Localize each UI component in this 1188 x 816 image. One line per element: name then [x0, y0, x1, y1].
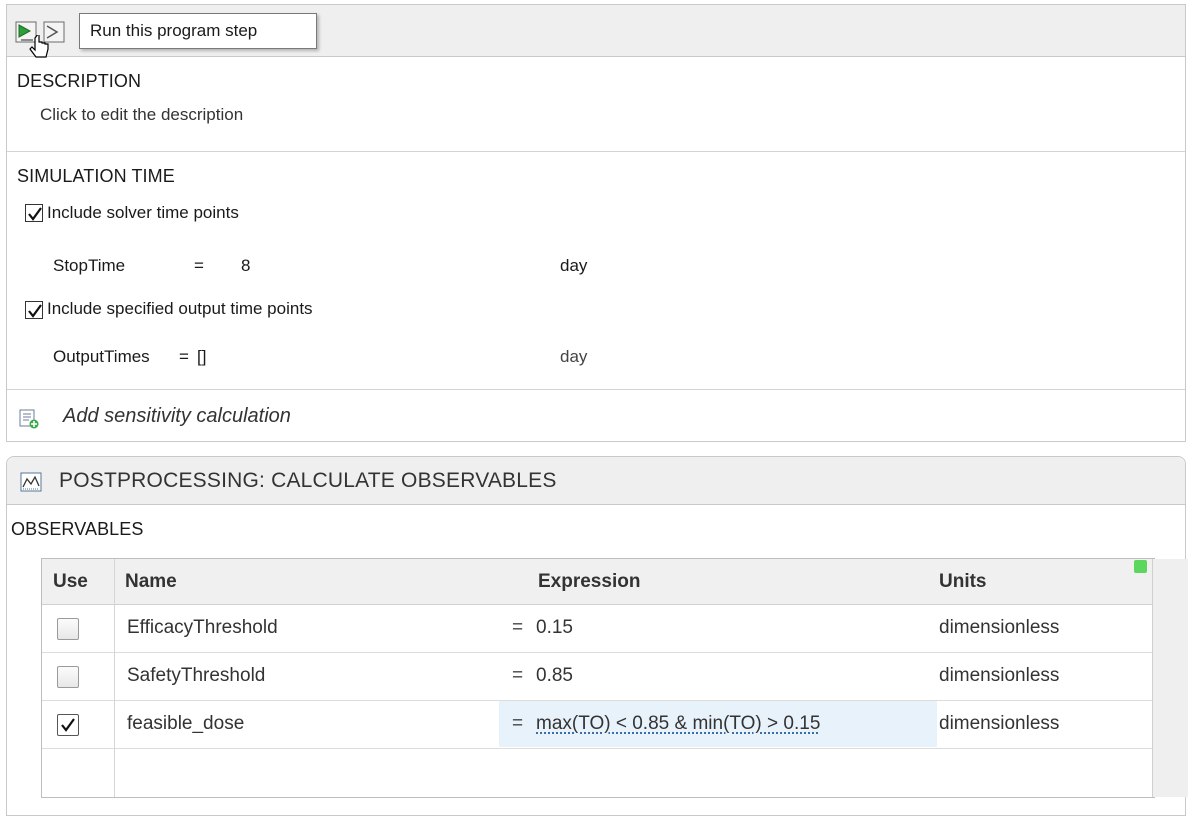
description-placeholder[interactable]: Click to edit the description [40, 105, 243, 125]
use-checkbox[interactable] [57, 618, 79, 640]
output-times-value[interactable]: [] [197, 347, 206, 367]
simulation-step-panel: Run this program step DESCRIPTION Click … [6, 4, 1186, 442]
stop-time-value[interactable]: 8 [241, 256, 250, 276]
run-step-tooltip: Run this program step [79, 13, 317, 49]
status-indicator [1134, 560, 1147, 573]
equals-sign: = [512, 617, 524, 638]
observable-units[interactable]: dimensionless [939, 665, 1059, 687]
add-sensitivity-icon[interactable] [19, 409, 39, 429]
use-checkbox[interactable] [57, 666, 79, 688]
table-header: Use Name Expression Units [42, 559, 1152, 605]
empty-table-row[interactable] [42, 749, 1152, 797]
observable-name[interactable]: EfficacyThreshold [127, 617, 278, 639]
table-row[interactable]: EfficacyThreshold = 0.15 dimensionless [42, 605, 1152, 653]
postprocessing-panel: POSTPROCESSING: CALCULATE OBSERVABLES OB… [6, 456, 1188, 816]
equals-sign: = [512, 713, 524, 734]
use-checkbox[interactable] [57, 714, 79, 736]
output-times-equals: = [179, 347, 189, 366]
equals-sign: = [512, 665, 524, 686]
add-sensitivity-link[interactable]: Add sensitivity calculation [63, 405, 291, 428]
stop-time-name: StopTime [53, 256, 126, 275]
stop-time-equals: = [194, 256, 204, 275]
observable-name[interactable]: SafetyThreshold [127, 665, 265, 687]
observable-expression[interactable]: max(TO) < 0.85 & min(TO) > 0.15 [536, 713, 820, 735]
description-heading: DESCRIPTION [17, 71, 142, 91]
column-header-units[interactable]: Units [939, 571, 987, 593]
postprocessing-header[interactable]: POSTPROCESSING: CALCULATE OBSERVABLES [7, 457, 1185, 505]
include-output-label: Include specified output time points [47, 299, 313, 318]
include-solver-checkbox[interactable] [25, 204, 43, 222]
table-row[interactable]: SafetyThreshold = 0.85 dimensionless [42, 653, 1152, 701]
observables-heading: OBSERVABLES [11, 519, 144, 539]
postprocessing-title: POSTPROCESSING: CALCULATE OBSERVABLES [59, 469, 557, 492]
stop-time-units[interactable]: day [560, 256, 587, 276]
output-times-units[interactable]: day [560, 347, 587, 367]
step-toolbar: Run this program step [7, 5, 1185, 58]
include-output-checkbox[interactable] [25, 301, 43, 319]
column-header-use[interactable]: Use [53, 571, 88, 593]
hand-cursor-icon [27, 31, 53, 63]
section-divider [7, 151, 1185, 152]
section-divider [7, 389, 1185, 390]
observable-units[interactable]: dimensionless [939, 713, 1059, 735]
observable-units[interactable]: dimensionless [939, 617, 1059, 639]
observables-chart-icon [20, 471, 42, 493]
observable-expression[interactable]: 0.15 [536, 617, 573, 639]
column-header-expression[interactable]: Expression [538, 571, 640, 593]
observable-expression[interactable]: 0.85 [536, 665, 573, 687]
column-header-name[interactable]: Name [125, 571, 177, 593]
table-side-strip [1152, 559, 1188, 797]
output-times-name: OutputTimes [53, 347, 150, 366]
table-row[interactable]: feasible_dose = max(TO) < 0.85 & min(TO)… [42, 701, 1152, 749]
simulation-time-heading: SIMULATION TIME [17, 166, 175, 186]
column-divider [114, 559, 115, 797]
observables-table: Use Name Expression Units EfficacyThresh… [41, 558, 1188, 798]
include-solver-label: Include solver time points [47, 203, 239, 222]
observable-name[interactable]: feasible_dose [127, 713, 244, 735]
